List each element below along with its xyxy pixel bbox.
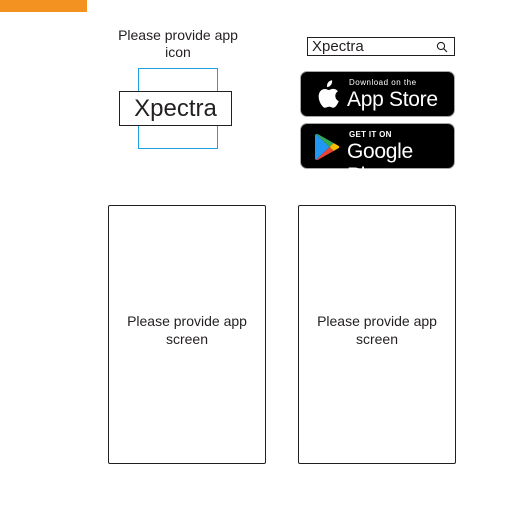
app-screen-placeholder-2[interactable]: Please provide app screen (298, 205, 456, 464)
app-store-small-text: Download on the (349, 78, 417, 87)
apple-icon (313, 80, 341, 110)
app-icon-name-label: Xpectra (119, 91, 232, 126)
search-bar[interactable]: Xpectra (307, 37, 455, 56)
app-screen-prompt-2: Please provide app screen (317, 312, 437, 347)
search-query: Xpectra (312, 38, 364, 55)
google-play-large-text: Google Play (347, 140, 413, 187)
app-icon-prompt: Please provide app icon (118, 27, 238, 60)
orange-header-tab (0, 0, 87, 12)
google-play-badge[interactable]: GET IT ON Google Play (300, 123, 455, 187)
search-icon[interactable] (434, 39, 450, 55)
app-screen-prompt-1: Please provide app screen (127, 312, 247, 347)
google-play-icon (313, 132, 341, 162)
app-store-badge[interactable]: Download on the App Store (300, 71, 455, 117)
app-screen-placeholder-1[interactable]: Please provide app screen (108, 205, 266, 464)
app-store-large-text: App Store (347, 88, 438, 111)
google-play-small-text: GET IT ON (349, 130, 392, 139)
